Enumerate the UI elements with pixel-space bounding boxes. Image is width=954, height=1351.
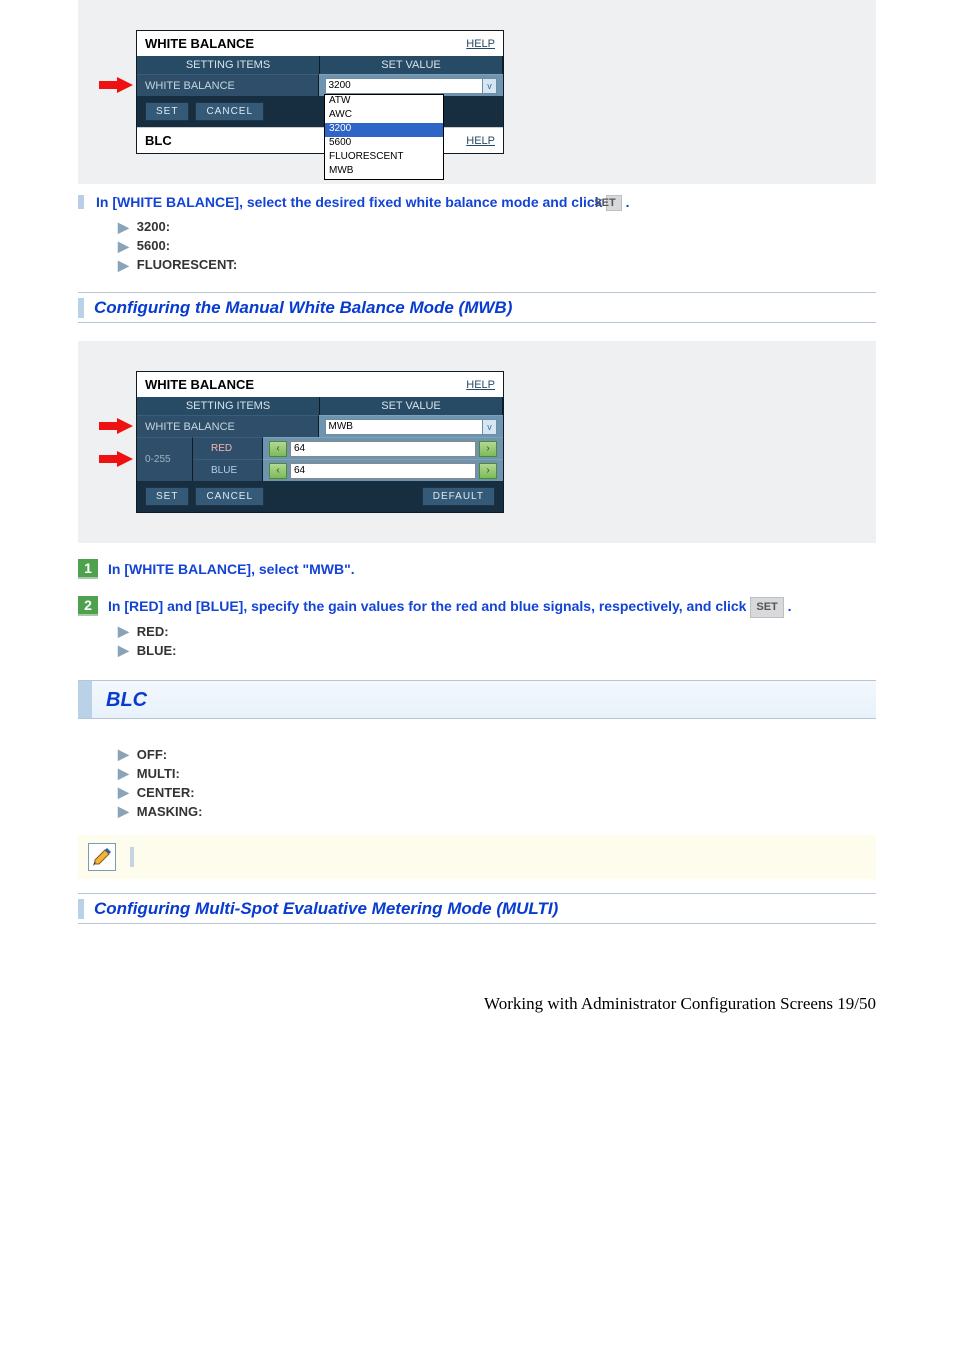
- default-button[interactable]: DEFAULT: [422, 487, 495, 506]
- row-label: WHITE BALANCE: [137, 415, 319, 437]
- screenshot-area-1: WHITE BALANCE HELP SETTING ITEMS SET VAL…: [78, 0, 876, 184]
- option-3200[interactable]: 3200: [325, 123, 443, 137]
- bullet-arrow-icon: ▶: [118, 785, 129, 799]
- bullet-arrow-icon: ▶: [118, 624, 129, 638]
- white-balance-dropdown[interactable]: MWB v: [325, 419, 498, 435]
- red-value[interactable]: 64: [290, 441, 476, 457]
- chevron-down-icon: v: [482, 79, 496, 93]
- bullet-list-1: ▶3200: ▶5600: ▶FLUORESCENT:: [118, 217, 876, 274]
- set-pill: SET: [606, 195, 621, 211]
- list-item: ▶OFF:: [118, 745, 876, 764]
- option-atw[interactable]: ATW: [325, 95, 443, 109]
- section-heading-multi: Configuring Multi-Spot Evaluative Meteri…: [78, 893, 876, 924]
- blue-value[interactable]: 64: [290, 463, 476, 479]
- col-setting-items: SETTING ITEMS: [137, 397, 320, 415]
- pointer-arrow-icon: [99, 451, 133, 467]
- bullet-arrow-icon: ▶: [118, 643, 129, 657]
- help-link[interactable]: HELP: [466, 135, 495, 147]
- bullet-list-2: ▶RED: ▶BLUE:: [118, 622, 876, 660]
- col-set-value: SET VALUE: [320, 397, 503, 415]
- set-button[interactable]: SET: [145, 487, 189, 506]
- bullet-arrow-icon: ▶: [118, 747, 129, 761]
- bullet-arrow-icon: ▶: [118, 258, 129, 272]
- instruction-1: In [WHITE BALANCE], select the desired f…: [78, 194, 876, 211]
- screenshot-area-2: WHITE BALANCE HELP SETTING ITEMS SET VAL…: [78, 341, 876, 543]
- chevron-down-icon: v: [482, 420, 496, 434]
- white-balance-panel-1: WHITE BALANCE HELP SETTING ITEMS SET VAL…: [136, 30, 504, 154]
- decrease-button[interactable]: ‹: [269, 441, 287, 457]
- set-button[interactable]: SET: [145, 102, 189, 121]
- option-awc[interactable]: AWC: [325, 109, 443, 123]
- list-item: ▶MULTI:: [118, 764, 876, 783]
- row-label: WHITE BALANCE: [137, 74, 319, 96]
- cancel-button[interactable]: CANCEL: [195, 102, 264, 121]
- list-item: ▶FLUORESCENT:: [118, 255, 876, 274]
- step-number-icon: 1: [78, 559, 98, 579]
- list-item: ▶5600:: [118, 236, 876, 255]
- bullet-list-3: ▶OFF: ▶MULTI: ▶CENTER: ▶MASKING:: [118, 745, 876, 821]
- blue-label: BLUE: [193, 459, 263, 481]
- list-item: ▶RED:: [118, 622, 876, 641]
- decrease-button[interactable]: ‹: [269, 463, 287, 479]
- bar-icon: [78, 195, 84, 209]
- col-setting-items: SETTING ITEMS: [137, 56, 320, 74]
- panel-title: WHITE BALANCE: [145, 36, 254, 51]
- bullet-arrow-icon: ▶: [118, 239, 129, 253]
- divider-icon: [130, 847, 134, 867]
- list-item: ▶MASKING:: [118, 802, 876, 821]
- step-number-icon: 2: [78, 596, 98, 616]
- list-item: ▶CENTER:: [118, 783, 876, 802]
- pointer-arrow-icon: [99, 77, 133, 93]
- help-link[interactable]: HELP: [466, 379, 495, 391]
- white-balance-panel-2: WHITE BALANCE HELP SETTING ITEMS SET VAL…: [136, 371, 504, 513]
- step-2: 2 In [RED] and [BLUE], specify the gain …: [78, 596, 876, 618]
- increase-button[interactable]: ›: [479, 441, 497, 457]
- panel-title: WHITE BALANCE: [145, 377, 254, 392]
- list-item: ▶3200:: [118, 217, 876, 236]
- bullet-arrow-icon: ▶: [118, 766, 129, 780]
- cancel-button[interactable]: CANCEL: [195, 487, 264, 506]
- help-link[interactable]: HELP: [466, 38, 495, 50]
- option-mwb[interactable]: MWB: [325, 165, 443, 179]
- blc-label: BLC: [145, 133, 172, 148]
- range-label: 0-255: [145, 454, 171, 465]
- increase-button[interactable]: ›: [479, 463, 497, 479]
- set-pill: SET: [750, 597, 783, 618]
- page-footer: Working with Administrator Configuration…: [0, 994, 876, 1014]
- col-set-value: SET VALUE: [320, 56, 503, 74]
- list-item: ▶BLUE:: [118, 641, 876, 660]
- note-box: [78, 835, 876, 879]
- option-5600[interactable]: 5600: [325, 137, 443, 151]
- dropdown-options[interactable]: ATW AWC 3200 5600 FLUORESCENT MWB: [324, 94, 444, 180]
- section-heading-mwb: Configuring the Manual White Balance Mod…: [78, 292, 876, 323]
- bullet-arrow-icon: ▶: [118, 220, 129, 234]
- option-fluorescent[interactable]: FLUORESCENT: [325, 151, 443, 165]
- note-pencil-icon: [88, 843, 116, 871]
- pointer-arrow-icon: [99, 418, 133, 434]
- white-balance-dropdown[interactable]: 3200 v: [325, 78, 498, 94]
- section-heading-blc: BLC: [78, 680, 876, 719]
- step-1: 1 In [WHITE BALANCE], select "MWB".: [78, 559, 876, 580]
- red-label: RED: [193, 437, 263, 459]
- bullet-arrow-icon: ▶: [118, 804, 129, 818]
